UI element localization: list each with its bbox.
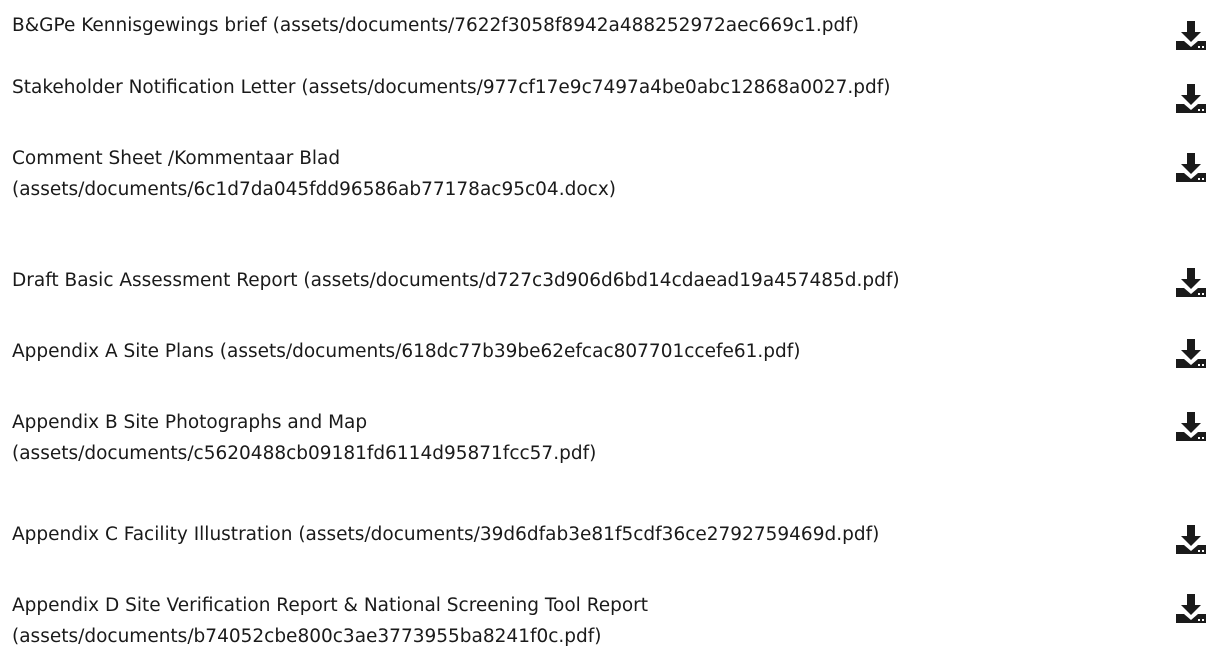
download-button[interactable] [1174, 337, 1208, 369]
download-button[interactable] [1174, 82, 1208, 114]
document-title[interactable]: B&GPe Kennisgewings brief (assets/docume… [12, 10, 1132, 41]
document-title[interactable]: Appendix C Facility Illustration (assets… [12, 519, 1162, 550]
download-button[interactable] [1174, 410, 1208, 442]
download-icon [1176, 153, 1206, 182]
download-icon [1176, 84, 1206, 113]
download-icon [1176, 525, 1206, 554]
document-title[interactable]: Appendix D Site Verification Report & Na… [12, 590, 872, 652]
download-button[interactable] [1174, 151, 1208, 183]
document-title[interactable]: Draft Basic Assessment Report (assets/do… [12, 265, 1162, 296]
download-icon [1176, 339, 1206, 368]
document-title[interactable]: Stakeholder Notification Letter (assets/… [12, 72, 1152, 103]
download-button[interactable] [1174, 592, 1208, 624]
document-title[interactable]: Appendix A Site Plans (assets/documents/… [12, 336, 1132, 367]
document-title[interactable]: Appendix B Site Photographs and Map (ass… [12, 407, 596, 469]
document-list: B&GPe Kennisgewings brief (assets/docume… [0, 0, 1223, 653]
download-button[interactable] [1174, 523, 1208, 555]
download-button[interactable] [1174, 266, 1208, 298]
download-icon [1176, 21, 1206, 50]
download-icon [1176, 268, 1206, 297]
document-title[interactable]: Comment Sheet /Kommentaar Blad (assets/d… [12, 143, 616, 205]
download-button[interactable] [1174, 19, 1208, 51]
download-icon [1176, 412, 1206, 441]
download-icon [1176, 594, 1206, 623]
